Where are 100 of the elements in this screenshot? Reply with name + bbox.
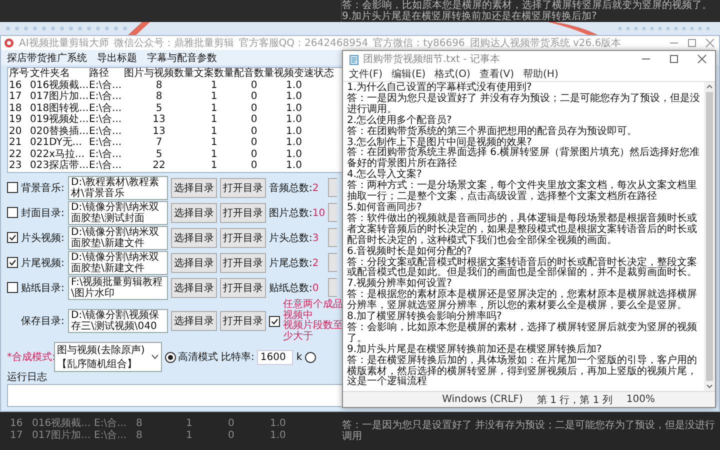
table-cell-text: 1 [210, 137, 218, 148]
folder-button[interactable]: 打开目录 [220, 228, 266, 248]
radio-button[interactable]: 高清模式 [165, 350, 218, 364]
table-cell-text: 1 [210, 160, 218, 172]
field-label: 贴纸目录: [21, 282, 65, 294]
table-cell-text: 022x马拉... [29, 148, 86, 160]
table-cell-text: 1.0 [285, 160, 303, 172]
folder-button[interactable]: 选择目录 [171, 278, 217, 298]
folder-button[interactable]: 打开目录 [220, 252, 266, 272]
path-field[interactable]: D:\镜像分割\纳米双面胶垫\新建文件 [68, 226, 168, 250]
column-header: 配音数量 [234, 68, 274, 80]
table-cell-text: 1.0 [285, 137, 303, 148]
menu-item[interactable]: 字幕与配音参数 [147, 50, 217, 64]
table-cell-text: 0 [250, 114, 258, 126]
table-cell-text: E:\合... [88, 126, 123, 137]
table-cell-text: 23 [8, 160, 23, 172]
table-cell-text: 1 [210, 91, 218, 102]
table-cell-text: 22 [152, 160, 166, 172]
table-cell-text: 19 [8, 114, 23, 126]
table-cell-text: E:\合... [88, 160, 123, 172]
menu-item[interactable]: 查看(V) [479, 67, 514, 81]
path-field[interactable]: D:\教程素材\教程素材\背景音乐 [68, 176, 168, 200]
chevron-up-icon [706, 84, 713, 89]
close-icon[interactable] [705, 38, 715, 48]
table-cell-text: 20 [8, 126, 23, 137]
text-paragraph: 答：是根据您的素材原本是横屏还是竖屏决定的，您素材原本是横屏就选择横屏分辨率，竖屏就选竖屏分辨率，所以您的素材要么全是横屏，要么全是竖屏。 [347, 290, 698, 312]
table-cell-text: E:\合... [88, 91, 123, 102]
column-header: 路径 [88, 68, 110, 80]
table-cell-text: 016视频截... [29, 80, 88, 90]
scrollbar[interactable] [704, 82, 715, 391]
folder-button[interactable]: 选择目录 [171, 252, 217, 272]
table-cell: 019视频处... [29, 114, 88, 126]
folder-button[interactable]: 打开目录 [220, 202, 266, 222]
text-paragraph: 答：在团购带货系统的第三个界面把想用的配音员存为预设即可。 [347, 126, 638, 137]
folder-button[interactable]: 选择目录 [171, 178, 217, 198]
checkbox[interactable] [7, 232, 18, 243]
mode-dropdown[interactable]: 图与视频(去除原声)【乱序随机组合】 [54, 342, 162, 372]
menu-item[interactable]: 探店带货推广系统 [7, 50, 87, 64]
count-label: 片头总数: [269, 232, 312, 244]
table-cell-text: 1.0 [285, 148, 303, 160]
menu-item[interactable]: 编辑(E) [392, 67, 426, 81]
background-table-cell-text: 0 [228, 430, 236, 442]
path-field[interactable]: D:\镜像分割\纳米双面胶垫\测试封面 [68, 200, 168, 224]
table-cell-text: 1.0 [285, 102, 303, 114]
folder-button[interactable]: 打开目录 [220, 178, 266, 198]
bitrate-input[interactable]: 1600 [257, 350, 294, 364]
folder-button[interactable]: 打开目录 [220, 278, 266, 298]
text-paragraph: 答：在团购带货系统主界面选择 6.横屏转竖屏（背景图片填充）然后选择好您准备好的背景图片所在路径 [347, 148, 701, 170]
count-value: 3 [312, 232, 319, 244]
table-cell-text: E:\合... [88, 148, 123, 160]
close-icon[interactable] [697, 54, 707, 64]
table-cell-text: E:\合... [88, 137, 123, 148]
background-table-cell-text: 1.0 [270, 418, 287, 430]
count-value: 10 [312, 208, 326, 218]
path-field[interactable]: F:\视频批量剪辑教程\图片水印 [68, 276, 168, 300]
background-table-cell-text: 8 [136, 430, 144, 442]
column-header: 图片与视频数量 [124, 68, 194, 80]
table-cell-text: 1 [210, 126, 218, 137]
path-field[interactable]: D:\镜像分割\视频保存三\测试视频\040 [68, 309, 168, 333]
radio-button[interactable] [305, 352, 316, 362]
folder-button[interactable]: 打开目录 [220, 311, 266, 331]
text-paragraph: 8.加了横竖屏转换会影响分辨率吗? [347, 312, 502, 322]
table-cell-text: 0 [250, 80, 258, 91]
background-table-cell-text: 017图片加... [32, 430, 92, 442]
table-cell-text: 5 [154, 102, 164, 114]
menu-item[interactable]: 文件(F) [349, 67, 383, 81]
table-cell-text: 018图转视... [29, 102, 88, 114]
menu-item[interactable]: 帮助(H) [523, 67, 558, 81]
table-cell-text: 0 [250, 91, 258, 102]
text-paragraph: 答：分段文案或配音模式时根据文案转语音后的时长或配音时长决定，整段文案或配音模式也是如此。但是我们的画面也是全部保留的，并不是裁剪画面时长。 [347, 258, 698, 278]
table-cell-text: 22 [8, 148, 23, 160]
table-cell-text: 1.0 [285, 91, 303, 102]
folder-button[interactable]: 选择目录 [171, 311, 217, 331]
text-paragraph: 6.音视频时长是如何分配的? [347, 246, 472, 257]
count-label: 片尾总数: [269, 258, 312, 268]
checkbox[interactable] [269, 316, 280, 326]
title-info-text: 官方客服QQ：2642468954 [238, 36, 368, 50]
column-header: 状态 [314, 68, 334, 80]
column-header: 序号 [8, 68, 29, 80]
background-table-cell-text: 8 [136, 418, 144, 430]
text-paragraph: 答：两种方式：一是分场景文案，每个文件夹里放文案文档，每次从文案文档里抽取一行；二是整个文案，点击高级设置，选择整个文案文档所在路径 [347, 181, 698, 202]
menu-item[interactable]: 导出标题 [97, 50, 137, 64]
field-label: 片头视频: [21, 232, 65, 244]
bitrate-label: 比特率: [221, 350, 254, 364]
folder-button[interactable]: 选择目录 [171, 202, 217, 222]
menu-item[interactable]: 格式(O) [434, 67, 470, 81]
path-field[interactable]: D:\镜像分割\纳米双面胶垫\新建文件 [68, 250, 168, 274]
background-table-cell-text: 16 [10, 418, 24, 430]
table-cell-text: 1 [210, 114, 218, 126]
text-paragraph: 答：软件做出的视频就是音画同步的，具体逻辑是每段场景都是根据音频时长或者文案转音频后的时长决定的，如果是整段模式也是根据文案转语音后的时长或配音时长决定的，这种模式下我们也会全部保全视频的画面。 [347, 214, 698, 246]
checkbox[interactable] [7, 207, 18, 218]
checkbox[interactable] [7, 182, 18, 193]
checkbox[interactable] [7, 257, 18, 268]
folder-button[interactable]: 选择目录 [171, 228, 217, 248]
checkbox[interactable] [7, 282, 18, 293]
column-header: 视频变速 [274, 68, 314, 80]
status-text: 第 1 行，第 1 列 [536, 394, 612, 406]
column-header: 文案数量 [194, 68, 234, 80]
table-cell-text: 021DY无... [29, 137, 83, 148]
chevron-down-icon [151, 354, 159, 360]
